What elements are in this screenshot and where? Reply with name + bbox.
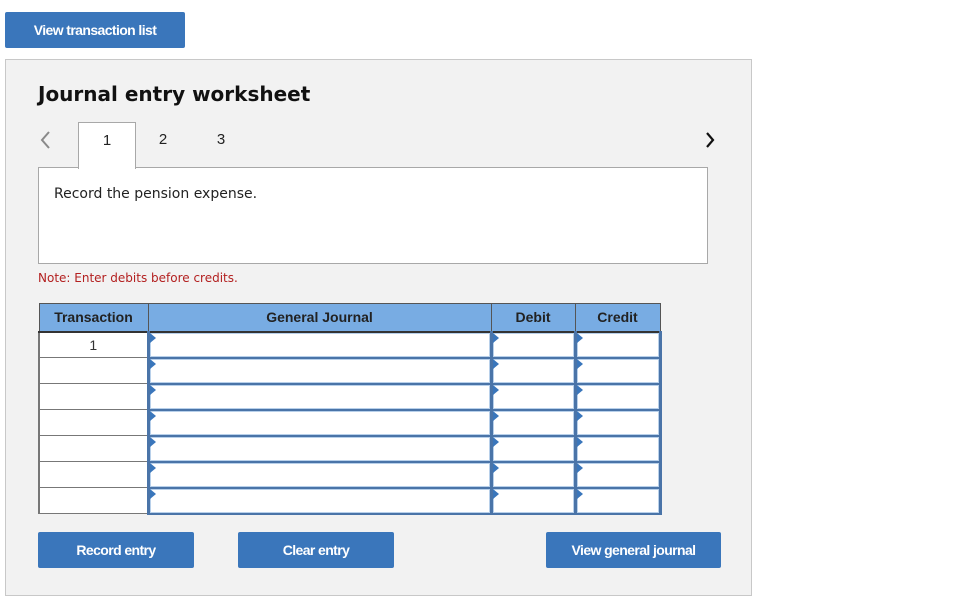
journal-entry-table: Transaction General Journal Debit Credit… [38,303,662,515]
cell-marker-icon [492,384,499,395]
cell-marker-icon [576,332,583,343]
chevron-left-icon [40,131,50,149]
debit-cell [489,356,577,385]
journal-entry-worksheet-panel: Journal entry worksheet 1 2 3 Record the… [5,59,752,596]
header-debit: Debit [490,303,576,333]
account-input[interactable] [149,436,490,461]
debit-input[interactable] [492,488,574,513]
transaction-cell [38,383,149,410]
header-credit: Credit [574,303,661,333]
debit-cell [489,408,577,437]
table-row [38,434,662,463]
cell-marker-icon [576,488,583,499]
note-text: Note: Enter debits before credits. [38,271,238,285]
account-cell [146,486,493,515]
credit-input[interactable] [576,436,659,461]
account-cell [146,434,493,463]
debit-cell [489,434,577,463]
cell-marker-icon [149,358,156,369]
credit-cell [573,408,662,437]
cell-marker-icon [149,384,156,395]
account-cell [146,408,493,437]
cell-marker-icon [149,410,156,421]
table-row [38,382,662,411]
transaction-cell [38,435,149,462]
clear-entry-button[interactable]: Clear entry [238,532,394,568]
cell-marker-icon [492,410,499,421]
header-general-journal: General Journal [147,303,492,333]
account-cell [146,330,493,359]
credit-input[interactable] [576,332,659,357]
chevron-right-icon [706,132,715,148]
cell-marker-icon [149,462,156,473]
credit-cell [573,382,662,411]
tab-3[interactable]: 3 [192,122,250,169]
cell-marker-icon [492,358,499,369]
account-input[interactable] [149,410,490,435]
credit-input[interactable] [576,488,659,513]
table-row [38,486,662,515]
credit-input[interactable] [576,358,659,383]
account-input[interactable] [149,358,490,383]
next-tab-button[interactable] [702,128,718,152]
debit-input[interactable] [492,332,574,357]
debit-cell [489,486,577,515]
credit-cell [573,330,662,359]
instruction-text: Record the pension expense. [54,186,258,202]
credit-cell [573,356,662,385]
cell-marker-icon [576,384,583,395]
credit-cell [573,486,662,515]
cell-marker-icon [149,436,156,447]
instruction-box: Record the pension expense. [38,167,708,264]
worksheet-title: Journal entry worksheet [38,82,311,106]
transaction-cell [38,409,149,436]
transaction-cell: 1 [38,331,149,358]
cell-marker-icon [492,462,499,473]
tab-2[interactable]: 2 [134,122,192,169]
cell-marker-icon [492,436,499,447]
cell-marker-icon [492,488,499,499]
account-input[interactable] [149,332,490,357]
cell-marker-icon [576,462,583,473]
account-cell [146,460,493,489]
cell-marker-icon [576,358,583,369]
credit-input[interactable] [576,462,659,487]
account-cell [146,356,493,385]
debit-input[interactable] [492,384,574,409]
table-row [38,460,662,489]
table-row [38,408,662,437]
credit-cell [573,434,662,463]
transaction-cell [38,487,149,514]
account-input[interactable] [149,488,490,513]
account-input[interactable] [149,462,490,487]
table-row [38,356,662,385]
cell-marker-icon [149,488,156,499]
cell-marker-icon [576,410,583,421]
table-row: 1 [38,330,662,359]
cell-marker-icon [149,332,156,343]
debit-input[interactable] [492,410,574,435]
header-transaction: Transaction [38,303,149,333]
debit-input[interactable] [492,436,574,461]
debit-input[interactable] [492,462,574,487]
table-header-row: Transaction General Journal Debit Credit [38,303,661,333]
debit-cell [489,460,577,489]
cell-marker-icon [576,436,583,447]
tab-1[interactable]: 1 [78,122,136,169]
record-entry-button[interactable]: Record entry [38,532,194,568]
debit-cell [489,330,577,359]
transaction-cell [38,461,149,488]
account-input[interactable] [149,384,490,409]
credit-input[interactable] [576,384,659,409]
transaction-cell [38,357,149,384]
debit-cell [489,382,577,411]
previous-tab-button[interactable] [38,128,54,152]
account-cell [146,382,493,411]
debit-input[interactable] [492,358,574,383]
cell-marker-icon [492,332,499,343]
credit-input[interactable] [576,410,659,435]
view-transaction-list-button[interactable]: View transaction list [5,12,185,48]
credit-cell [573,460,662,489]
view-general-journal-button[interactable]: View general journal [546,532,721,568]
